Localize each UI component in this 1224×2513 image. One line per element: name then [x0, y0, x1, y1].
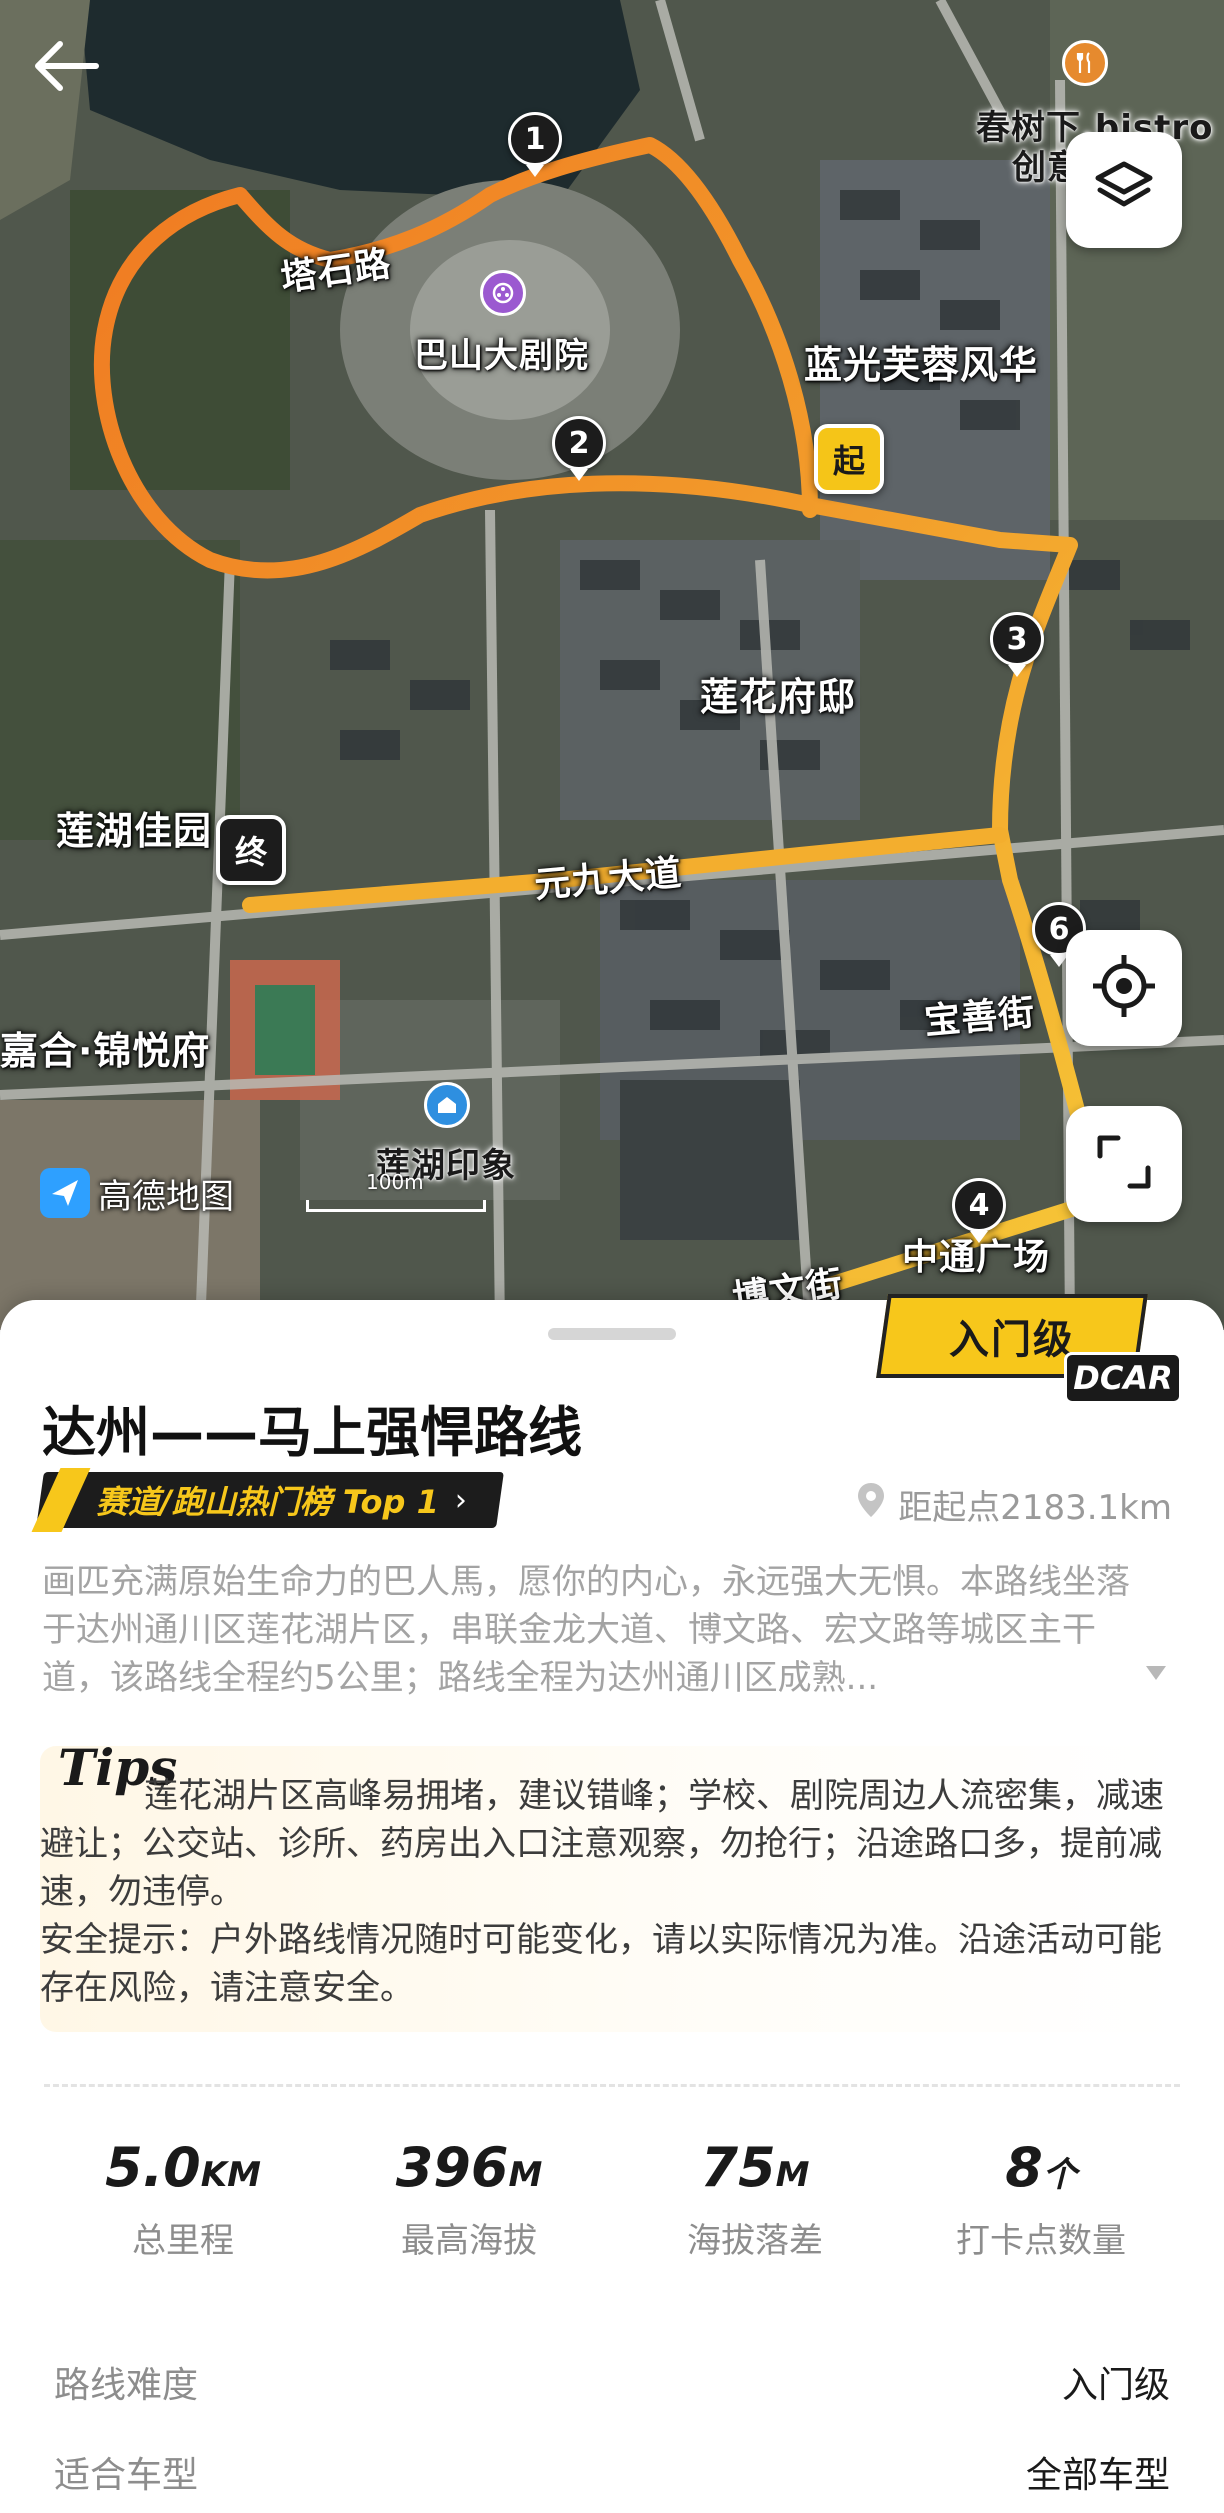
vehicle-label: 适合车型: [54, 2455, 199, 2496]
area-label-jiahe: 嘉合·锦悦府: [0, 1029, 211, 1073]
stat-value: 396: [395, 2136, 509, 2199]
map-provider-attribution: 高德地图: [40, 1168, 234, 1218]
expand-description-icon[interactable]: [1146, 1666, 1166, 1680]
waypoint-marker-3[interactable]: 3: [990, 612, 1044, 666]
stat-elevation-drop: 75M 海拔落差: [612, 2136, 898, 2262]
difficulty-value: 入门级: [1061, 2365, 1170, 2406]
level-badge: 入门级 DCAR: [876, 1294, 1182, 1404]
gaode-logo-icon: [40, 1168, 90, 1218]
difficulty-label: 路线难度: [54, 2365, 199, 2406]
chevron-right-icon: ›: [454, 1482, 467, 1518]
stat-label: 海拔落差: [687, 2221, 823, 2261]
dcar-logo: DCAR: [1064, 1352, 1182, 1404]
route-map[interactable]: 春树下.bistro 创意 塔石路 巴山大剧院 蓝光芙蓉风华 莲花府邸 莲湖佳园…: [0, 0, 1224, 1330]
map-scale-label: 100m: [366, 1170, 424, 1194]
restaurant-icon[interactable]: [1062, 40, 1108, 86]
waypoint-marker-2[interactable]: 2: [552, 416, 606, 470]
difficulty-row: 路线难度 入门级: [54, 2356, 1170, 2408]
residence-icon[interactable]: [424, 1082, 470, 1128]
stat-unit: M: [508, 2155, 543, 2195]
safety-notice: 安全提示：户外路线情况随时可能变化，请以实际情况为准。沿途活动可能存在风险，请注…: [40, 1920, 1162, 2008]
stat-checkpoint-count: 8个 打卡点数量: [898, 2136, 1184, 2262]
tips-text: 莲花湖片区高峰易拥堵，建议错峰；学校、剧院周边人流密集，减速避让；公交站、诊所、…: [40, 1776, 1164, 1912]
stat-label: 总里程: [132, 2221, 234, 2261]
route-detail-sheet[interactable]: 入门级 DCAR 达州——马上强悍路线 赛道/跑山热门榜 Top 1 › 距起点…: [0, 1294, 1224, 2513]
back-arrow-icon: [30, 38, 100, 98]
layers-icon: [1092, 158, 1156, 222]
distance-from-start: 距起点2183.1km: [856, 1480, 1172, 1529]
map-provider-label: 高德地图: [98, 1176, 234, 1217]
area-label-lanzhou: 蓝光芙蓉风华: [804, 343, 1039, 387]
rank-tag-link[interactable]: 赛道/跑山热门榜 Top 1 ›: [36, 1472, 504, 1528]
sheet-drag-handle[interactable]: [548, 1328, 676, 1340]
tips-card: Tips 莲花湖片区高峰易拥堵，建议错峰；学校、剧院周边人流密集，减速避让；公交…: [40, 1738, 1184, 2032]
route-start-marker[interactable]: 起: [814, 424, 884, 494]
lightning-icon: [32, 1468, 91, 1532]
route-stats: 5.0KM 总里程 396M 最高海拔 75M 海拔落差 8个 打卡点数量: [40, 2136, 1184, 2262]
rank-tag-label: 赛道/跑山热门榜 Top 1: [96, 1483, 439, 1521]
road-label-baoshan: 宝善街: [922, 992, 1037, 1043]
stat-label: 最高海拔: [401, 2221, 537, 2261]
route-end-marker[interactable]: 终: [216, 815, 286, 885]
route-description: 画匹充满原始生命力的巴人馬，愿你的内心，永远强大无惧。本路线坐落于达州通川区莲花…: [42, 1562, 1130, 1698]
stat-label: 打卡点数量: [956, 2221, 1126, 2261]
section-divider: [44, 2084, 1180, 2087]
map-scale-bar: 100m: [306, 1170, 486, 1212]
area-label-lianhu-jiayuan: 莲湖佳园: [56, 809, 213, 853]
fullscreen-button[interactable]: [1066, 1106, 1182, 1222]
vehicle-value: 全部车型: [1025, 2455, 1170, 2496]
poi-theater-label: 巴山大剧院: [414, 336, 589, 376]
stat-total-distance: 5.0KM 总里程: [40, 2136, 326, 2262]
location-pin-icon: [856, 1481, 886, 1528]
stat-value: 5.0: [105, 2136, 201, 2199]
theater-icon[interactable]: [480, 270, 526, 316]
stat-value: 75: [700, 2136, 776, 2199]
waypoint-marker-4[interactable]: 4: [952, 1178, 1006, 1232]
stat-unit: KM: [200, 2155, 261, 2195]
locate-icon: [1091, 953, 1157, 1023]
stat-value: 8: [1005, 2136, 1043, 2199]
back-button[interactable]: [30, 28, 120, 108]
stat-unit: 个: [1042, 2155, 1077, 2195]
stat-unit: M: [775, 2155, 810, 2195]
locate-button[interactable]: [1066, 930, 1182, 1046]
distance-label: 距起点2183.1km: [898, 1488, 1172, 1528]
waypoint-marker-1[interactable]: 1: [508, 112, 562, 166]
stat-max-altitude: 396M 最高海拔: [326, 2136, 612, 2262]
area-label-lianhua: 莲花府邸: [700, 675, 857, 719]
fullscreen-icon: [1094, 1132, 1154, 1196]
vehicle-row: 适合车型 全部车型: [54, 2446, 1170, 2498]
route-title: 达州——马上强悍路线: [42, 1401, 582, 1464]
map-layers-button[interactable]: [1066, 132, 1182, 248]
level-badge-label: 入门级: [949, 1317, 1075, 1363]
map-scale-line: [306, 1200, 486, 1212]
satellite-map-background: [0, 0, 1224, 1330]
